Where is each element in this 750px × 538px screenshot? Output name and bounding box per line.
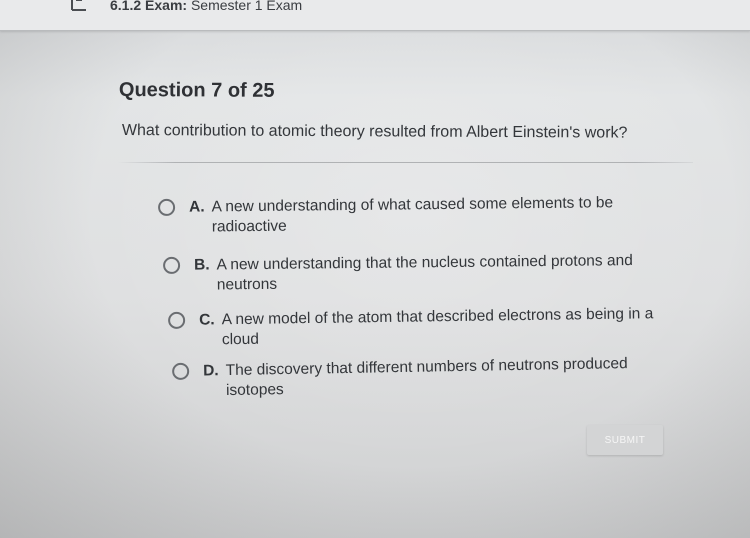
menu-icon[interactable] [70, 0, 90, 12]
radio-button-a[interactable] [158, 198, 176, 216]
divider [118, 162, 693, 163]
radio-button-b[interactable] [163, 256, 181, 274]
course-code: 6.1.2 [110, 0, 142, 13]
option-letter: A. [189, 198, 205, 216]
option-text: A new understanding that the nucleus con… [216, 252, 633, 294]
exam-title: 6.1.2 Exam: Semester 1 Exam [110, 0, 302, 13]
submit-button[interactable]: SUBMIT [587, 425, 663, 455]
exam-name: Semester 1 Exam [190, 0, 303, 13]
option-text: A new understanding of what caused some … [211, 194, 614, 236]
question-progress: Question 7 of 25 [118, 79, 275, 102]
option-letter: D. [203, 362, 219, 380]
radio-button-c[interactable] [168, 311, 186, 329]
option-a[interactable]: A. A new understanding of what caused so… [158, 193, 652, 238]
option-text: A new model of the atom that described e… [221, 305, 654, 349]
option-text: The discovery that different numbers of … [225, 355, 628, 400]
option-c[interactable]: C. A new model of the atom that describe… [168, 304, 662, 351]
top-bar: 6.1.2 Exam: Semester 1 Exam [0, 0, 750, 31]
exam-label: Exam: [145, 0, 188, 13]
question-text: What contribution to atomic theory resul… [121, 122, 628, 142]
option-d[interactable]: D. The discovery that different numbers … [172, 353, 666, 402]
radio-button-d[interactable] [172, 362, 190, 380]
option-letter: B. [194, 256, 210, 274]
option-letter: C. [199, 311, 215, 329]
option-b[interactable]: B. A new understanding that the nucleus … [163, 251, 657, 296]
